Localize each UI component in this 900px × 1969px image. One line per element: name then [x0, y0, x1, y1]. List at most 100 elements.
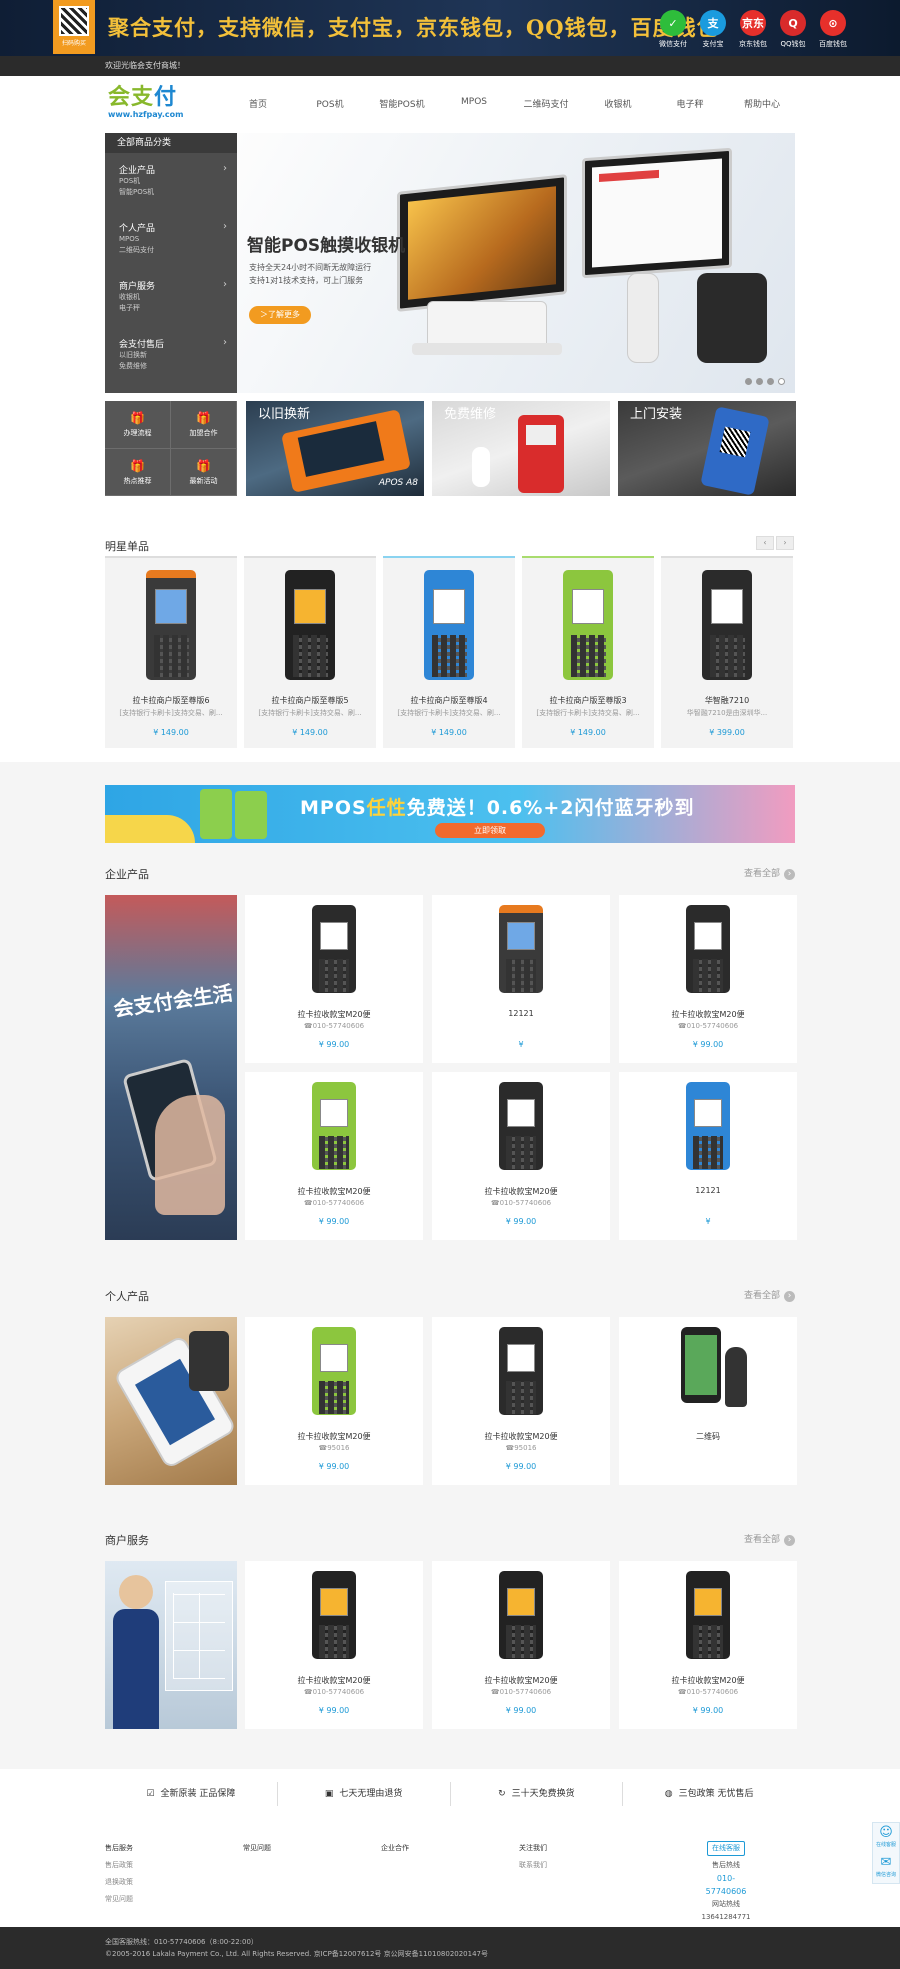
- promo-installation[interactable]: 上门安装: [618, 401, 796, 496]
- footer-column: 售后服务售后政策 退换政策 常见问题: [105, 1840, 133, 1908]
- service-tile[interactable]: 🎁 办理流程: [105, 401, 171, 449]
- nav-item[interactable]: 帮助中心: [726, 97, 798, 110]
- ad-claim-button[interactable]: 立即领取: [435, 823, 545, 838]
- guarantee-label: 三包政策 无忧售后: [678, 1789, 754, 1799]
- product-card[interactable]: 拉卡拉收款宝M20便 ☎010-57740606 ¥ 99.00: [245, 1072, 423, 1240]
- nav-item[interactable]: POS机: [294, 97, 366, 110]
- category-group[interactable]: 企业产品 › POS机 智能POS机: [105, 153, 237, 211]
- product-price: ¥ 99.00: [318, 1462, 350, 1471]
- product-card[interactable]: 12121 ¥: [619, 1072, 797, 1240]
- mpos-ad-banner[interactable]: MPOS任性免费送！0.6%+2闪付蓝牙秒到 立即领取: [105, 785, 795, 843]
- merchant-side-image[interactable]: [105, 1561, 237, 1729]
- nav-item[interactable]: 二维码支付: [510, 97, 582, 110]
- category-link[interactable]: 智能POS机: [119, 187, 237, 198]
- category-link[interactable]: 电子秤: [119, 303, 237, 314]
- service-tile[interactable]: 🎁 加盟合作: [171, 401, 237, 449]
- service-tile[interactable]: 🎁 热点推荐: [105, 448, 171, 496]
- category-link[interactable]: 免费维修: [119, 361, 237, 372]
- star-product-card[interactable]: 拉卡拉商户版至尊版6 [支持银行卡刷卡]支持交易、刷... ¥ 149.00: [105, 556, 237, 748]
- star-product-card[interactable]: 拉卡拉商户版至尊版3 [支持银行卡刷卡]支持交易、刷... ¥ 149.00: [522, 556, 654, 748]
- guarantee-label: 三十天免费换货: [511, 1789, 575, 1799]
- product-card[interactable]: 拉卡拉收款宝M20便 ☎010-57740606 ¥ 99.00: [432, 1561, 610, 1729]
- footer-column-title: 常见问题: [243, 1844, 271, 1852]
- hero-slider[interactable]: 智能POS触摸收银机 支持全天24小时不间断无故障运行 支持1对1技术支持，可上…: [237, 133, 795, 393]
- pos-device-image: [499, 905, 543, 993]
- product-card[interactable]: 拉卡拉收款宝M20便 ☎010-57740606 ¥ 99.00: [245, 895, 423, 1063]
- product-card[interactable]: 拉卡拉收款宝M20便 ☎95016 ¥ 99.00: [245, 1317, 423, 1485]
- guarantee-item: ↻ 三十天免费换货: [451, 1782, 624, 1806]
- nav-item[interactable]: 首页: [222, 97, 294, 110]
- personal-view-all-link[interactable]: 查看全部: [744, 1288, 795, 1302]
- product-name: 拉卡拉收款宝M20便: [484, 1676, 558, 1685]
- qr-badge[interactable]: 扫码购买: [53, 0, 95, 54]
- pay-method-item[interactable]: ✓ 微信支付: [655, 10, 691, 49]
- wechat-pay-icon: ✓: [660, 10, 686, 36]
- footer-link[interactable]: 联系我们: [519, 1857, 547, 1874]
- promo-free-repair[interactable]: 免费维修: [432, 401, 610, 496]
- product-card[interactable]: 二维码: [619, 1317, 797, 1485]
- category-group[interactable]: 商户服务 › 收银机 电子秤: [105, 269, 237, 327]
- guarantee-item: ◍ 三包政策 无忧售后: [623, 1782, 795, 1806]
- footer-link[interactable]: 售后政策: [105, 1857, 133, 1874]
- product-card[interactable]: 拉卡拉收款宝M20便 ☎010-57740606 ¥ 99.00: [619, 895, 797, 1063]
- category-group[interactable]: 个人产品 › MPOS 二维码支付: [105, 211, 237, 269]
- slider-dot[interactable]: [767, 378, 774, 385]
- hero-learn-more-button[interactable]: ＞了解更多: [249, 306, 311, 324]
- hero-line-1: 支持全天24小时不间断无故障运行: [249, 263, 372, 272]
- personal-side-image[interactable]: [105, 1317, 237, 1485]
- site-logo[interactable]: 会支付 www.hzfpay.com: [108, 86, 184, 120]
- nav-item[interactable]: 收银机: [582, 97, 654, 110]
- pager-prev-button[interactable]: ‹: [756, 536, 774, 550]
- promo-label: 以旧换新: [258, 407, 311, 422]
- category-link[interactable]: POS机: [119, 176, 237, 187]
- enterprise-view-all-link[interactable]: 查看全部: [744, 866, 795, 880]
- welcome-text: 欢迎光临会支付商城！: [105, 61, 185, 70]
- float-online-service-button[interactable]: ☺ 在线客服: [873, 1823, 899, 1853]
- slider-dot[interactable]: [756, 378, 763, 385]
- footer-link[interactable]: 退换政策: [105, 1874, 133, 1891]
- slider-dot[interactable]: [778, 378, 785, 385]
- star-product-card[interactable]: 拉卡拉商户版至尊版5 [支持银行卡刷卡]支持交易、刷... ¥ 149.00: [244, 556, 376, 748]
- pay-method-item[interactable]: 支支付宝: [695, 10, 731, 49]
- float-wechat-button[interactable]: ✉ 微信咨询: [873, 1853, 899, 1883]
- category-link[interactable]: 收银机: [119, 292, 237, 303]
- pos-device-image: [686, 1571, 730, 1659]
- hero-title: 智能POS触摸收银机: [247, 236, 406, 256]
- main-nav: 首页 POS机 智能POS机 MPOS 二维码支付 收银机 电子秤 帮助中心: [222, 97, 798, 110]
- pager-next-button[interactable]: ›: [776, 536, 794, 550]
- logo-url: www.hzfpay.com: [108, 110, 184, 119]
- product-name: 12121: [695, 1186, 721, 1195]
- pos-device-image: [499, 1571, 543, 1659]
- product-card[interactable]: 拉卡拉收款宝M20便 ☎010-57740606 ¥ 99.00: [245, 1561, 423, 1729]
- nav-item[interactable]: MPOS: [438, 97, 510, 110]
- product-card[interactable]: 拉卡拉收款宝M20便 ☎95016 ¥ 99.00: [432, 1317, 610, 1485]
- star-product-card[interactable]: 华智融7210 华智融7210是由深圳华... ¥ 399.00: [661, 556, 793, 748]
- merchant-view-all-link[interactable]: 查看全部: [744, 1532, 795, 1546]
- product-card[interactable]: 拉卡拉收款宝M20便 ☎010-57740606 ¥ 99.00: [619, 1561, 797, 1729]
- banner-slogan: 聚合支付，支持微信，支付宝，京东钱包，QQ钱包，百度钱包: [108, 15, 719, 40]
- star-product-card[interactable]: 拉卡拉商户版至尊版4 [支持银行卡刷卡]支持交易、刷... ¥ 149.00: [383, 556, 515, 748]
- category-link[interactable]: 二维码支付: [119, 245, 237, 256]
- aftersale-label: 售后热线: [712, 1861, 740, 1869]
- product-card[interactable]: 12121 ¥: [432, 895, 610, 1063]
- product-card[interactable]: 拉卡拉收款宝M20便 ☎010-57740606 ¥ 99.00: [432, 1072, 610, 1240]
- pay-method-item[interactable]: ⊙ 百度钱包: [815, 10, 851, 49]
- footer-link[interactable]: 常见问题: [105, 1891, 133, 1908]
- category-group[interactable]: 会支付售后 › 以旧换新 免费维修: [105, 327, 237, 385]
- category-link[interactable]: 以旧换新: [119, 350, 237, 361]
- category-link[interactable]: MPOS: [119, 234, 237, 245]
- promo-trade-in[interactable]: 以旧换新 APOS A8: [246, 401, 424, 496]
- slider-dot[interactable]: [745, 378, 752, 385]
- enterprise-side-image[interactable]: 会支付会生活: [105, 895, 237, 1240]
- footer-column-title: 售后服务: [105, 1844, 133, 1852]
- pay-method-item[interactable]: 京东 京东钱包: [735, 10, 771, 49]
- footer-column-title: 关注我们: [519, 1844, 547, 1852]
- pay-method-item[interactable]: Q QQ钱包: [775, 10, 811, 49]
- product-phone: ☎010-57740606: [677, 1688, 739, 1696]
- product-price: ¥ 149.00: [153, 728, 189, 737]
- online-service-button[interactable]: 在线客服: [707, 1841, 745, 1856]
- nav-item[interactable]: 智能POS机: [366, 97, 438, 110]
- pay-method-label: 京东钱包: [739, 40, 767, 48]
- service-tile[interactable]: 🎁 最新活动: [171, 448, 237, 496]
- nav-item[interactable]: 电子秤: [654, 97, 726, 110]
